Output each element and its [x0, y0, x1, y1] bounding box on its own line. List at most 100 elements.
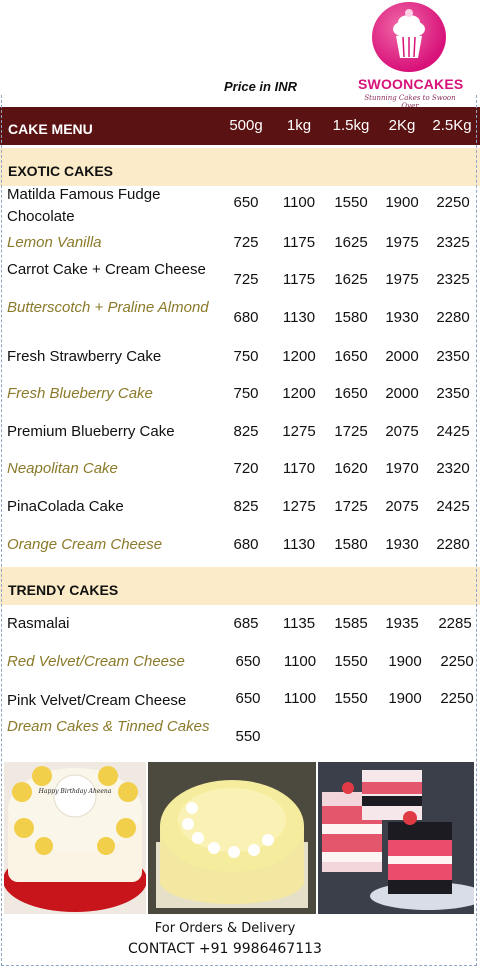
price-1-5kg: 1550 — [334, 194, 368, 211]
cake-name: Matilda Famous Fudge Chocolate — [7, 186, 161, 225]
price-2kg: 1930 — [385, 536, 419, 553]
cake-name: Carrot Cake + Cream Cheese — [7, 261, 206, 278]
price-2-5kg: 2250 — [440, 653, 474, 670]
price-2kg: 1935 — [385, 615, 419, 632]
price-1kg: 1130 — [282, 309, 316, 326]
price-1kg: 1200 — [282, 385, 316, 402]
price-2-5kg: 2280 — [436, 309, 470, 326]
price-500g: 750 — [233, 348, 259, 365]
section-title: TRENDY CAKES — [8, 582, 119, 598]
cake-inscription: Happy Birthday Aheena — [38, 788, 112, 795]
price-1kg: 1135 — [282, 615, 316, 632]
price-2kg: 1975 — [385, 271, 419, 288]
price-2-5kg: 2250 — [440, 690, 474, 707]
price-500g: 750 — [233, 385, 259, 402]
footer-orders: For Orders & Delivery — [154, 921, 296, 936]
price-1kg: 1275 — [282, 498, 316, 515]
price-1kg: 1170 — [282, 460, 316, 477]
cake-name: Premium Blueberry Cake — [7, 423, 175, 440]
cake-name: Fresh Strawberry Cake — [7, 348, 162, 365]
cake-name: Rasmalai — [7, 615, 70, 632]
price-1-5kg: 1625 — [334, 234, 368, 251]
price-2-5kg: 2350 — [436, 348, 470, 365]
cake-name: Neapolitan Cake — [7, 460, 118, 477]
price-2kg: 1900 — [388, 653, 422, 670]
price-500g: 725 — [233, 271, 259, 288]
price-500g: 550 — [235, 728, 261, 745]
price-1-5kg: 1550 — [334, 690, 368, 707]
price-1-5kg: 1620 — [334, 460, 368, 477]
price-2-5kg: 2325 — [436, 271, 470, 288]
price-2-5kg: 2425 — [436, 423, 470, 440]
price-2-5kg: 2250 — [436, 194, 470, 211]
logo-name: SWOONCAKES — [358, 76, 464, 92]
size-header-500g: 500g — [229, 117, 263, 134]
price-1-5kg: 1585 — [334, 615, 368, 632]
cake-photos: Happy Birthday Aheena — [4, 762, 474, 914]
price-500g: 825 — [233, 498, 259, 515]
size-header-1kg: 1kg — [286, 117, 312, 134]
price-1-5kg: 1625 — [334, 271, 368, 288]
price-500g: 720 — [233, 460, 259, 477]
price-500g: 825 — [233, 423, 259, 440]
price-2kg: 1975 — [385, 234, 419, 251]
price-2kg: 2000 — [385, 385, 419, 402]
cupcake-logo-icon — [372, 2, 446, 72]
price-2kg: 1970 — [385, 460, 419, 477]
cake-name: Red Velvet/Cream Cheese — [7, 653, 185, 670]
price-2kg: 1930 — [385, 309, 419, 326]
price-500g: 725 — [233, 234, 259, 251]
price-1kg: 1100 — [282, 194, 316, 211]
size-header-2-5kg: 2.5Kg — [432, 117, 472, 134]
price-2-5kg: 2280 — [436, 536, 470, 553]
price-1-5kg: 1650 — [334, 385, 368, 402]
price-500g: 650 — [235, 690, 261, 707]
price-2kg: 1900 — [385, 194, 419, 211]
footer-contact: CONTACT +91 9986467113 — [128, 941, 322, 957]
section-trendy-cakes: TRENDY CAKES — [0, 567, 480, 605]
price-1-5kg: 1580 — [334, 309, 368, 326]
price-note: Price in INR — [224, 79, 297, 94]
cake-photo-pink-velvet — [318, 762, 474, 914]
price-1kg: 1130 — [282, 536, 316, 553]
price-500g: 685 — [233, 615, 259, 632]
section-exotic-cakes: EXOTIC CAKES — [0, 148, 480, 186]
price-1-5kg: 1725 — [334, 423, 368, 440]
price-500g: 650 — [233, 194, 259, 211]
price-1kg: 1175 — [282, 234, 316, 251]
price-2kg: 2075 — [385, 423, 419, 440]
price-1kg: 1175 — [282, 271, 316, 288]
price-1kg: 1100 — [283, 653, 317, 670]
price-1-5kg: 1550 — [334, 653, 368, 670]
price-2-5kg: 2325 — [436, 234, 470, 251]
price-2kg: 2075 — [385, 498, 419, 515]
size-headers: 500g 1kg 1.5kg 2Kg 2.5Kg — [226, 117, 480, 137]
price-500g: 680 — [233, 536, 259, 553]
cake-name: Dream Cakes & Tinned Cakes — [7, 718, 210, 735]
price-1kg: 1275 — [282, 423, 316, 440]
price-1kg: 1200 — [282, 348, 316, 365]
cake-name: Orange Cream Cheese — [7, 536, 163, 553]
price-500g: 650 — [235, 653, 261, 670]
price-2-5kg: 2350 — [436, 385, 470, 402]
price-1-5kg: 1580 — [334, 536, 368, 553]
price-500g: 680 — [233, 309, 259, 326]
cake-photo-pineapple — [148, 762, 316, 914]
cake-name: Pink Velvet/Cream Cheese — [7, 692, 187, 709]
cake-photo-birthday: Happy Birthday Aheena — [4, 762, 146, 914]
cake-name: Lemon Vanilla — [7, 234, 102, 251]
size-header-2kg: 2Kg — [388, 117, 416, 134]
price-2-5kg: 2285 — [438, 615, 472, 632]
size-header-1-5kg: 1.5kg — [332, 117, 370, 134]
cake-name: PinaColada Cake — [7, 498, 124, 515]
menu-title: CAKE MENU — [8, 121, 93, 137]
swooncakes-logo: SWOONCAKES Stunning Cakes to Swoon Over — [358, 2, 464, 110]
menu-header-bar: CAKE MENU 500g 1kg 1.5kg 2Kg 2.5Kg — [0, 107, 480, 145]
price-1kg: 1100 — [283, 690, 317, 707]
price-2kg: 1900 — [388, 690, 422, 707]
menu-page: SWOONCAKES Stunning Cakes to Swoon Over … — [0, 0, 480, 971]
price-2-5kg: 2320 — [436, 460, 470, 477]
price-1-5kg: 1725 — [334, 498, 368, 515]
cake-name: Fresh Blueberry Cake — [7, 385, 153, 402]
section-title: EXOTIC CAKES — [8, 163, 114, 179]
